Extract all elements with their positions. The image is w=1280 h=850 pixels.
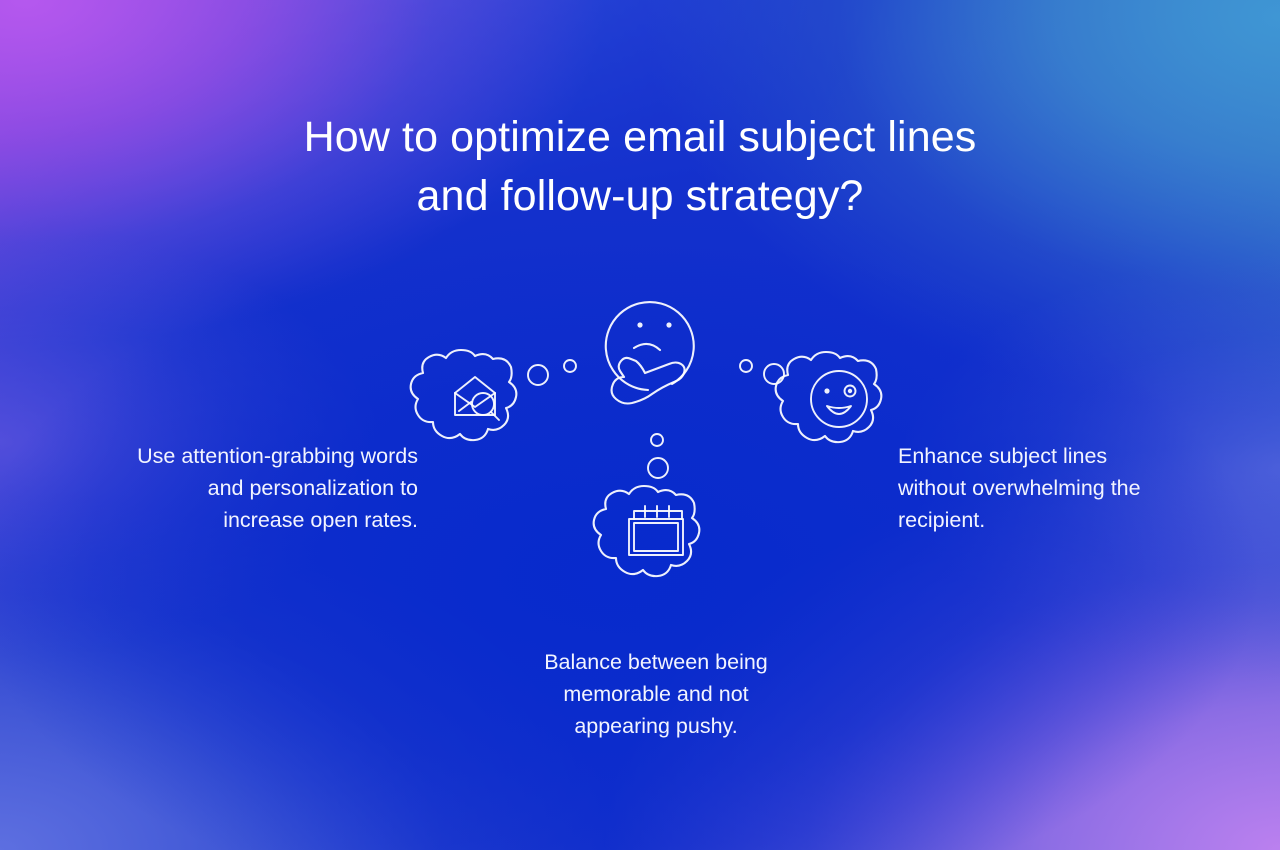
- caption-left: Use attention-grabbing words and persona…: [137, 444, 418, 533]
- caption-bottom: Balance between being memorable and not …: [544, 650, 768, 739]
- caption-right: Enhance subject lines without overwhelmi…: [898, 444, 1141, 533]
- slide-canvas: How to optimize email subject lines and …: [0, 0, 1280, 850]
- page-title: How to optimize email subject lines and …: [303, 113, 977, 221]
